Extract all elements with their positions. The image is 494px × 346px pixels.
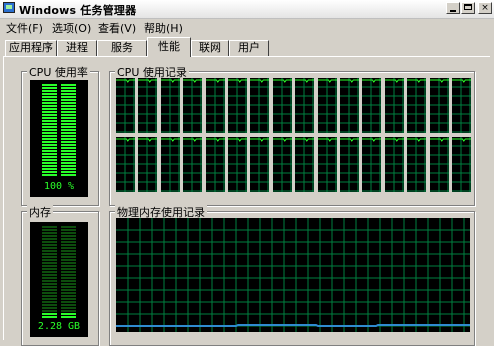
cpu-core-graph — [340, 78, 359, 133]
menu-file[interactable]: 文件(F) — [4, 20, 45, 36]
cpu-core-graph — [429, 78, 449, 133]
task-manager-icon — [3, 2, 15, 13]
cpu-core-graph — [138, 78, 158, 133]
cpu-core-graph — [407, 78, 427, 133]
cpu-core-graph — [183, 78, 203, 133]
cpu-usage-label: CPU 使用率 — [27, 64, 90, 80]
cpu-core-graph — [228, 78, 247, 133]
cpu-core-graph — [116, 78, 135, 133]
tab-applications[interactable]: 应用程序 — [5, 40, 57, 56]
memory-display: 2.28 GB — [30, 222, 88, 337]
cpu-usage-group: CPU 使用率 100 % — [21, 64, 99, 206]
tab-processes[interactable]: 进程 — [57, 40, 97, 56]
cpu-core-graph — [250, 137, 270, 192]
cpu-usage-value: 100 % — [43, 181, 75, 192]
cpu-core-graph — [160, 137, 180, 192]
cpu-core-graph — [116, 137, 135, 192]
cpu-core-graph — [317, 78, 337, 133]
title-bar[interactable]: Windows 任务管理器 × — [0, 0, 494, 19]
cpu-core-graph — [295, 78, 315, 133]
memory-group: 内存 2.28 GB — [21, 204, 99, 346]
cpu-core-graph — [452, 78, 471, 133]
cpu-core-graph — [205, 78, 225, 133]
cpu-core-graph — [228, 137, 247, 192]
memory-value: 2.28 GB — [37, 321, 81, 332]
cpu-core-graph — [384, 78, 404, 133]
cpu-core-graph — [250, 78, 270, 133]
cpu-core-graph — [429, 137, 449, 192]
cpu-core-graph — [362, 78, 382, 133]
menu-options[interactable]: 选项(O) — [50, 20, 93, 36]
cpu-core-graph — [407, 137, 427, 192]
memory-history-graph — [116, 218, 470, 332]
memory-history-group: 物理内存使用记录 — [109, 204, 475, 346]
menu-view[interactable]: 查看(V) — [96, 20, 138, 36]
menu-help[interactable]: 帮助(H) — [142, 20, 185, 36]
cpu-core-graph — [317, 137, 337, 192]
cpu-core-graph — [272, 137, 292, 192]
minimize-button[interactable] — [446, 2, 460, 14]
cpu-core-graph — [205, 137, 225, 192]
tab-strip: 应用程序 进程 服务 性能 联网 用户 — [0, 37, 494, 57]
window-title: Windows 任务管理器 — [19, 4, 137, 17]
cpu-core-graph — [160, 78, 180, 133]
cpu-core-graph — [452, 137, 471, 192]
close-button[interactable]: × — [478, 2, 492, 14]
cpu-core-graph — [272, 78, 292, 133]
memory-label: 内存 — [27, 204, 53, 220]
cpu-core-graph — [295, 137, 315, 192]
tab-networking[interactable]: 联网 — [191, 40, 229, 56]
cpu-core-graph — [362, 137, 382, 192]
tab-users[interactable]: 用户 — [229, 40, 269, 56]
cpu-usage-display: 100 % — [30, 80, 88, 197]
cpu-core-graph — [340, 137, 359, 192]
performance-panel: CPU 使用率 100 % CPU 使用记录 内存 2.28 GB 物理内存使用… — [3, 56, 490, 346]
menu-bar: 文件(F) 选项(O) 查看(V) 帮助(H) — [0, 18, 494, 36]
cpu-core-graph — [138, 137, 158, 192]
cpu-core-graph — [384, 137, 404, 192]
maximize-button[interactable] — [461, 2, 475, 14]
cpu-history-group: CPU 使用记录 — [109, 64, 475, 206]
cpu-core-graph — [183, 137, 203, 192]
tab-performance[interactable]: 性能 — [147, 37, 191, 57]
tab-services[interactable]: 服务 — [97, 40, 147, 56]
